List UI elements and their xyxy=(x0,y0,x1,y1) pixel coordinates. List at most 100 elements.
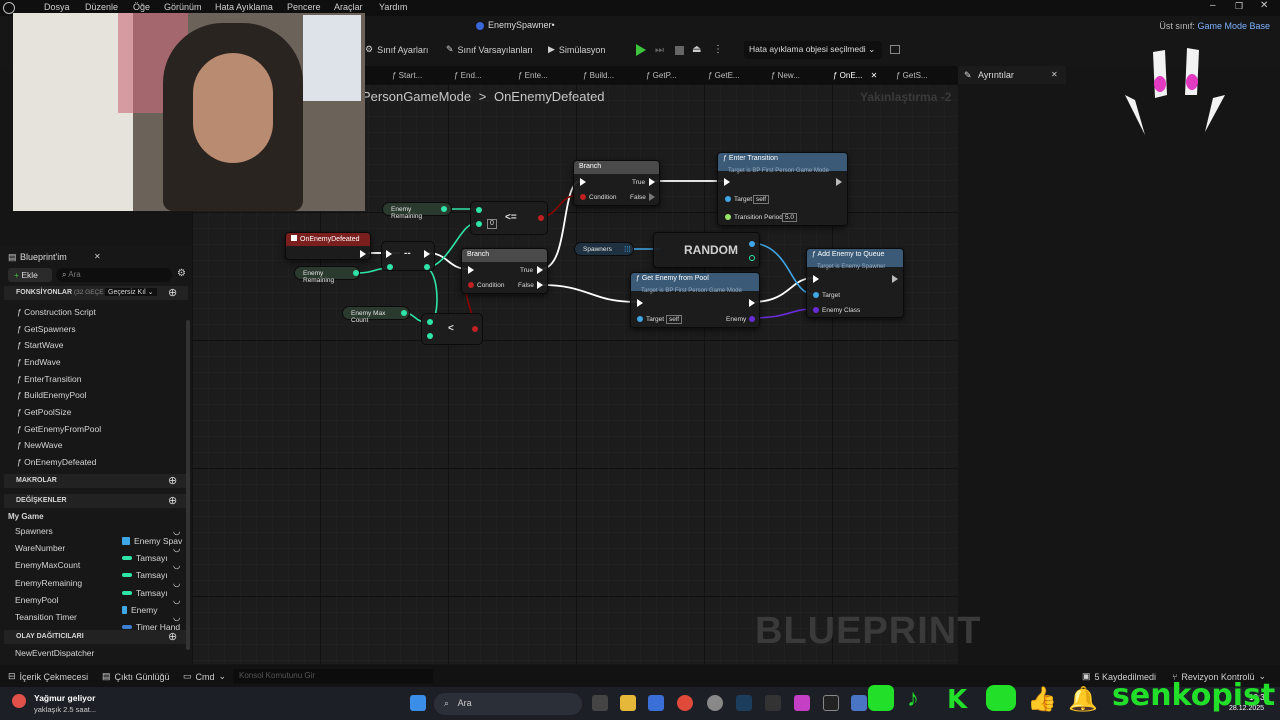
exec-in-pin[interactable] xyxy=(637,299,643,307)
tab-close-icon[interactable]: ✕ xyxy=(871,71,878,80)
app-icon[interactable] xyxy=(851,695,867,711)
false-exec-pin[interactable] xyxy=(537,281,543,289)
file-explorer-icon[interactable] xyxy=(620,695,636,711)
function-item[interactable]: ƒ EnterTransition xyxy=(17,374,81,384)
details-tab[interactable]: ✎ Ayrıntılar ✕ xyxy=(958,66,1066,84)
task-view-icon[interactable] xyxy=(592,695,608,711)
int-in-pin[interactable] xyxy=(476,207,482,213)
stop-icon[interactable] xyxy=(675,46,684,55)
enemy-class-pin[interactable] xyxy=(813,307,819,313)
menu-help[interactable]: Yardım xyxy=(379,2,407,12)
close-icon[interactable]: ✕ xyxy=(1051,70,1058,79)
int-out-pin[interactable] xyxy=(353,270,359,276)
output-log-button[interactable]: ▤ Çıktı Günlüğü xyxy=(102,671,170,682)
menu-view[interactable]: Görünüm xyxy=(164,2,202,12)
exec-out-pin[interactable] xyxy=(424,250,430,258)
add-enemy-to-queue-node[interactable]: ƒ Add Enemy to Queue Target is Enemy Spa… xyxy=(806,248,904,318)
variable-row[interactable]: EnemyRemaining Tamsayı ◡ xyxy=(15,578,187,598)
less-equal-node[interactable]: 0 <= xyxy=(470,201,548,235)
menu-asset[interactable]: Öğe xyxy=(133,2,150,12)
close-icon[interactable]: ✕ xyxy=(1260,0,1268,11)
breadcrumb-parent[interactable]: PersonGameMode xyxy=(362,89,471,104)
eye-icon[interactable]: ◡ xyxy=(173,526,180,537)
function-item[interactable]: ƒ StartWave xyxy=(17,340,63,350)
functions-header[interactable]: FONKSİYONLAR (32 GEÇE Geçersiz Kıl ⌄ ⊕ xyxy=(4,286,188,300)
dispatcher-item[interactable]: NewEventDispatcher xyxy=(15,648,94,658)
exec-out-pin[interactable] xyxy=(360,250,366,258)
exec-in-pin[interactable] xyxy=(468,266,474,274)
branch-node[interactable]: Branch True Condition False xyxy=(461,248,548,294)
document-tab[interactable]: EnemySpawner• xyxy=(476,20,555,30)
tab-enter[interactable]: ƒ Ente... xyxy=(518,71,548,80)
variable-row[interactable]: EnemyMaxCount Tamsayı ◡ xyxy=(15,560,187,580)
decrement-node[interactable]: -- xyxy=(381,241,435,271)
minimize-icon[interactable]: – xyxy=(1210,0,1216,11)
function-item[interactable]: ƒ GetPoolSize xyxy=(17,407,71,417)
target-pin[interactable] xyxy=(813,292,819,298)
tab-gete[interactable]: ƒ GetE... xyxy=(708,71,740,80)
steam-icon[interactable] xyxy=(736,695,752,711)
period-pin[interactable] xyxy=(725,214,731,220)
eye-icon[interactable]: ◡ xyxy=(173,560,180,571)
enemy-out-pin[interactable] xyxy=(749,316,755,322)
variables-group[interactable]: My Game xyxy=(8,512,44,521)
bool-out-pin[interactable] xyxy=(472,326,478,332)
exec-out-pin[interactable] xyxy=(892,275,898,283)
target-value[interactable]: self xyxy=(666,315,683,324)
find-icon[interactable] xyxy=(890,45,900,54)
console-input[interactable]: Konsol Komutunu Gir xyxy=(233,669,433,683)
branch-node[interactable]: Branch True Condition False xyxy=(573,160,660,206)
int-out-pin[interactable] xyxy=(441,206,447,212)
add-macro-icon[interactable]: ⊕ xyxy=(168,474,177,487)
class-defaults-button[interactable]: ✎ Sınıf Varsayılanları xyxy=(446,44,533,55)
eject-icon[interactable]: ⏏ xyxy=(692,44,701,55)
int-in-pin[interactable] xyxy=(427,333,433,339)
menu-tools[interactable]: Araçlar xyxy=(334,2,363,12)
variables-header[interactable]: DEĞİŞKENLER ⊕ xyxy=(4,494,188,508)
variable-row[interactable]: WareNumber Tamsayı ◡ xyxy=(15,543,187,563)
target-pin[interactable] xyxy=(637,316,643,322)
tab-end[interactable]: ƒ End... xyxy=(454,71,482,80)
eye-icon[interactable]: ◡ xyxy=(173,578,180,589)
step-icon[interactable]: ⏭ xyxy=(655,45,664,56)
add-button[interactable]: + Ekle xyxy=(8,268,52,282)
exec-out-pin[interactable] xyxy=(836,178,842,186)
tab-start[interactable]: ƒ Start... xyxy=(392,71,422,80)
epic-games-icon[interactable] xyxy=(765,695,781,711)
condition-pin[interactable] xyxy=(580,194,586,200)
menu-edit[interactable]: Düzenle xyxy=(85,2,118,12)
true-exec-pin[interactable] xyxy=(649,178,655,186)
close-icon[interactable]: ✕ xyxy=(94,252,101,261)
parent-class-link[interactable]: Game Mode Base xyxy=(1197,21,1270,31)
get-enemy-max-count-node[interactable]: Enemy Max Count xyxy=(342,306,410,324)
function-item[interactable]: ƒ Construction Script xyxy=(17,307,96,317)
add-function-icon[interactable]: ⊕ xyxy=(168,286,177,299)
store-icon[interactable] xyxy=(648,695,664,711)
compare-value-input[interactable]: 0 xyxy=(487,219,497,229)
variable-row[interactable]: EnemyPool Enemy ◡ xyxy=(15,595,187,615)
function-item[interactable]: ƒ GetSpawners xyxy=(17,324,76,334)
exec-out-pin[interactable] xyxy=(749,299,755,307)
bool-out-pin[interactable] xyxy=(538,215,544,221)
weather-icon[interactable] xyxy=(12,694,26,708)
get-enemy-remaining-node[interactable]: Enemy Remaining xyxy=(294,266,360,284)
int-in-pin[interactable] xyxy=(427,319,433,325)
eye-icon[interactable]: ◡ xyxy=(173,595,180,606)
menu-window[interactable]: Pencere xyxy=(287,2,321,12)
tab-build[interactable]: ƒ Build... xyxy=(583,71,614,80)
exec-in-pin[interactable] xyxy=(386,250,392,258)
int-in-pin[interactable] xyxy=(387,264,393,270)
function-item[interactable]: ƒ NewWave xyxy=(17,440,63,450)
enter-transition-node[interactable]: ƒ Enter Transition Target is BP First Pe… xyxy=(717,152,848,226)
eye-icon[interactable]: ◡ xyxy=(173,543,180,554)
int-in-pin[interactable] xyxy=(476,221,482,227)
add-variable-icon[interactable]: ⊕ xyxy=(168,494,177,507)
tab-getp[interactable]: ƒ GetP... xyxy=(646,71,677,80)
windows-start-icon[interactable] xyxy=(410,695,426,711)
eye-icon[interactable]: ◡ xyxy=(173,612,180,623)
function-item[interactable]: ƒ OnEnemyDefeated xyxy=(17,457,96,467)
menu-debug[interactable]: Hata Ayıklama xyxy=(215,2,273,12)
gear-icon[interactable]: ⚙ xyxy=(177,268,186,279)
app-icon[interactable] xyxy=(794,695,810,711)
true-exec-pin[interactable] xyxy=(537,266,543,274)
